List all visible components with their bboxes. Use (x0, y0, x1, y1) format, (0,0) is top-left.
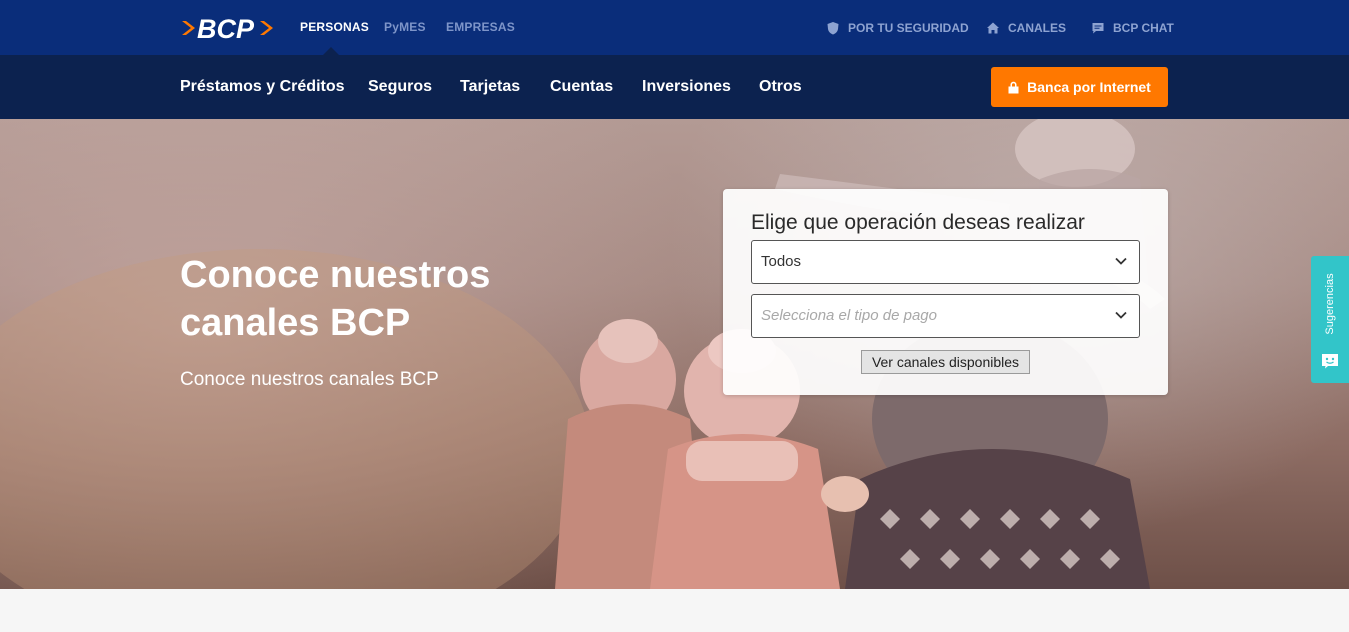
nav-cuentas[interactable]: Cuentas (550, 55, 613, 119)
banca-por-internet-label: Banca por Internet (1027, 79, 1151, 95)
hero-subtitle: Conoce nuestros canales BCP (180, 369, 439, 390)
segment-empresas[interactable]: EMPRESAS (446, 0, 515, 55)
util-seguridad-label: POR TU SEGURIDAD (848, 20, 969, 35)
nav-otros[interactable]: Otros (759, 55, 802, 119)
svg-text:BCP: BCP (197, 14, 255, 44)
util-bcp-chat[interactable]: BCP CHAT (1091, 0, 1174, 55)
active-segment-caret (323, 47, 339, 55)
top-bar: BCP PERSONAS PyMES EMPRESAS POR TU SEGUR… (0, 0, 1349, 55)
hero-title: Conoce nuestros canales BCP (180, 254, 491, 344)
payment-type-placeholder: Selecciona el tipo de pago (761, 307, 937, 324)
home-icon (987, 22, 999, 33)
util-canales-label: CANALES (1008, 20, 1067, 35)
ver-canales-button[interactable]: Ver canales disponibles (861, 350, 1030, 374)
chevron-down-icon (1115, 257, 1127, 265)
nav-prestamos[interactable]: Préstamos y Créditos (180, 55, 345, 119)
finder-title: Elige que operación deseas realizar (751, 211, 1085, 234)
shield-icon (827, 21, 839, 34)
chat-icon (1092, 22, 1104, 33)
nav-tarjetas[interactable]: Tarjetas (460, 55, 520, 119)
smile-icon (1322, 354, 1338, 369)
util-canales[interactable]: CANALES (986, 0, 1066, 55)
bcp-logo[interactable]: BCP (180, 12, 278, 44)
main-nav: Préstamos y Créditos Seguros Tarjetas Cu… (0, 55, 1349, 119)
util-seguridad[interactable]: POR TU SEGURIDAD (826, 0, 969, 55)
payment-type-select[interactable]: Selecciona el tipo de pago (751, 294, 1140, 338)
hero-banner: Conoce nuestros canales BCP Conoce nuest… (0, 119, 1349, 589)
bcp-logo-icon: BCP (182, 14, 273, 44)
nav-seguros[interactable]: Seguros (368, 55, 432, 119)
channel-finder-card: Elige que operación deseas realizar Todo… (723, 189, 1168, 395)
nav-inversiones[interactable]: Inversiones (642, 55, 731, 119)
banca-por-internet-button[interactable]: Banca por Internet (991, 67, 1168, 107)
sugerencias-label: Sugerencias (1324, 273, 1336, 335)
util-bcp-chat-label: BCP CHAT (1113, 20, 1174, 35)
operation-select-value: Todos (761, 253, 802, 270)
page-content-strip (0, 589, 1349, 632)
operation-select[interactable]: Todos (751, 240, 1140, 284)
segment-pymes[interactable]: PyMES (384, 0, 426, 55)
lock-icon (1008, 81, 1019, 93)
sugerencias-tab[interactable]: Sugerencias (1311, 256, 1349, 383)
chevron-down-icon (1115, 311, 1127, 319)
